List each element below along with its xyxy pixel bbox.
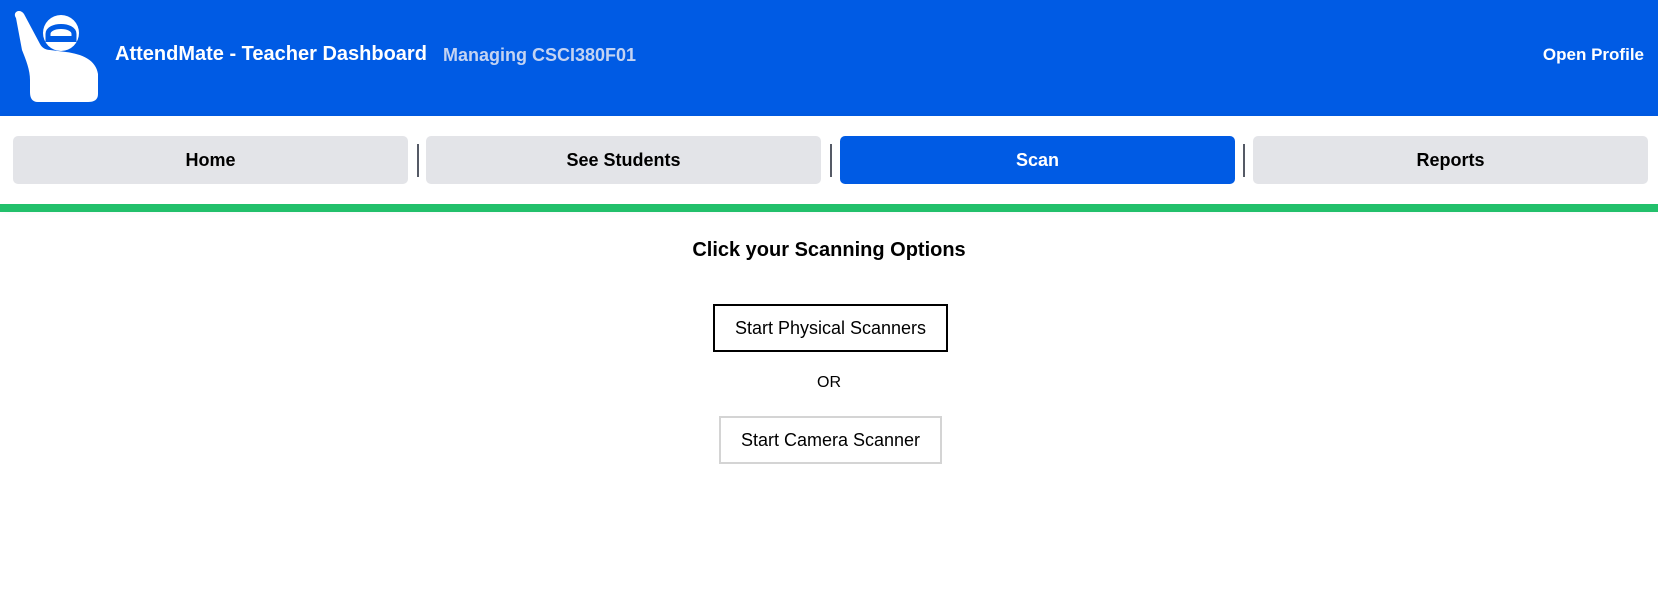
app-title: AttendMate - Teacher Dashboard — [115, 43, 427, 65]
start-physical-scanners-button[interactable]: Start Physical Scanners — [713, 304, 948, 352]
course-label: Managing CSCI380F01 — [443, 45, 637, 65]
nav-separator — [830, 144, 832, 177]
accent-divider — [0, 204, 1658, 212]
tab-see-students[interactable]: See Students — [426, 136, 821, 184]
or-divider-label: OR — [817, 374, 841, 391]
start-camera-scanner-button[interactable]: Start Camera Scanner — [719, 416, 942, 464]
tab-home[interactable]: Home — [13, 136, 408, 184]
raised-hand-logo-icon — [14, 11, 99, 102]
nav-separator — [1243, 144, 1245, 177]
nav-separator — [417, 144, 419, 177]
app-header: AttendMate - Teacher Dashboard Managing … — [0, 0, 1658, 116]
page-title: Click your Scanning Options — [692, 239, 966, 261]
tab-reports[interactable]: Reports — [1253, 136, 1648, 184]
tab-scan[interactable]: Scan — [840, 136, 1235, 184]
open-profile-link[interactable]: Open Profile — [1543, 45, 1644, 65]
nav-bar: Home See Students Scan Reports — [0, 116, 1658, 204]
